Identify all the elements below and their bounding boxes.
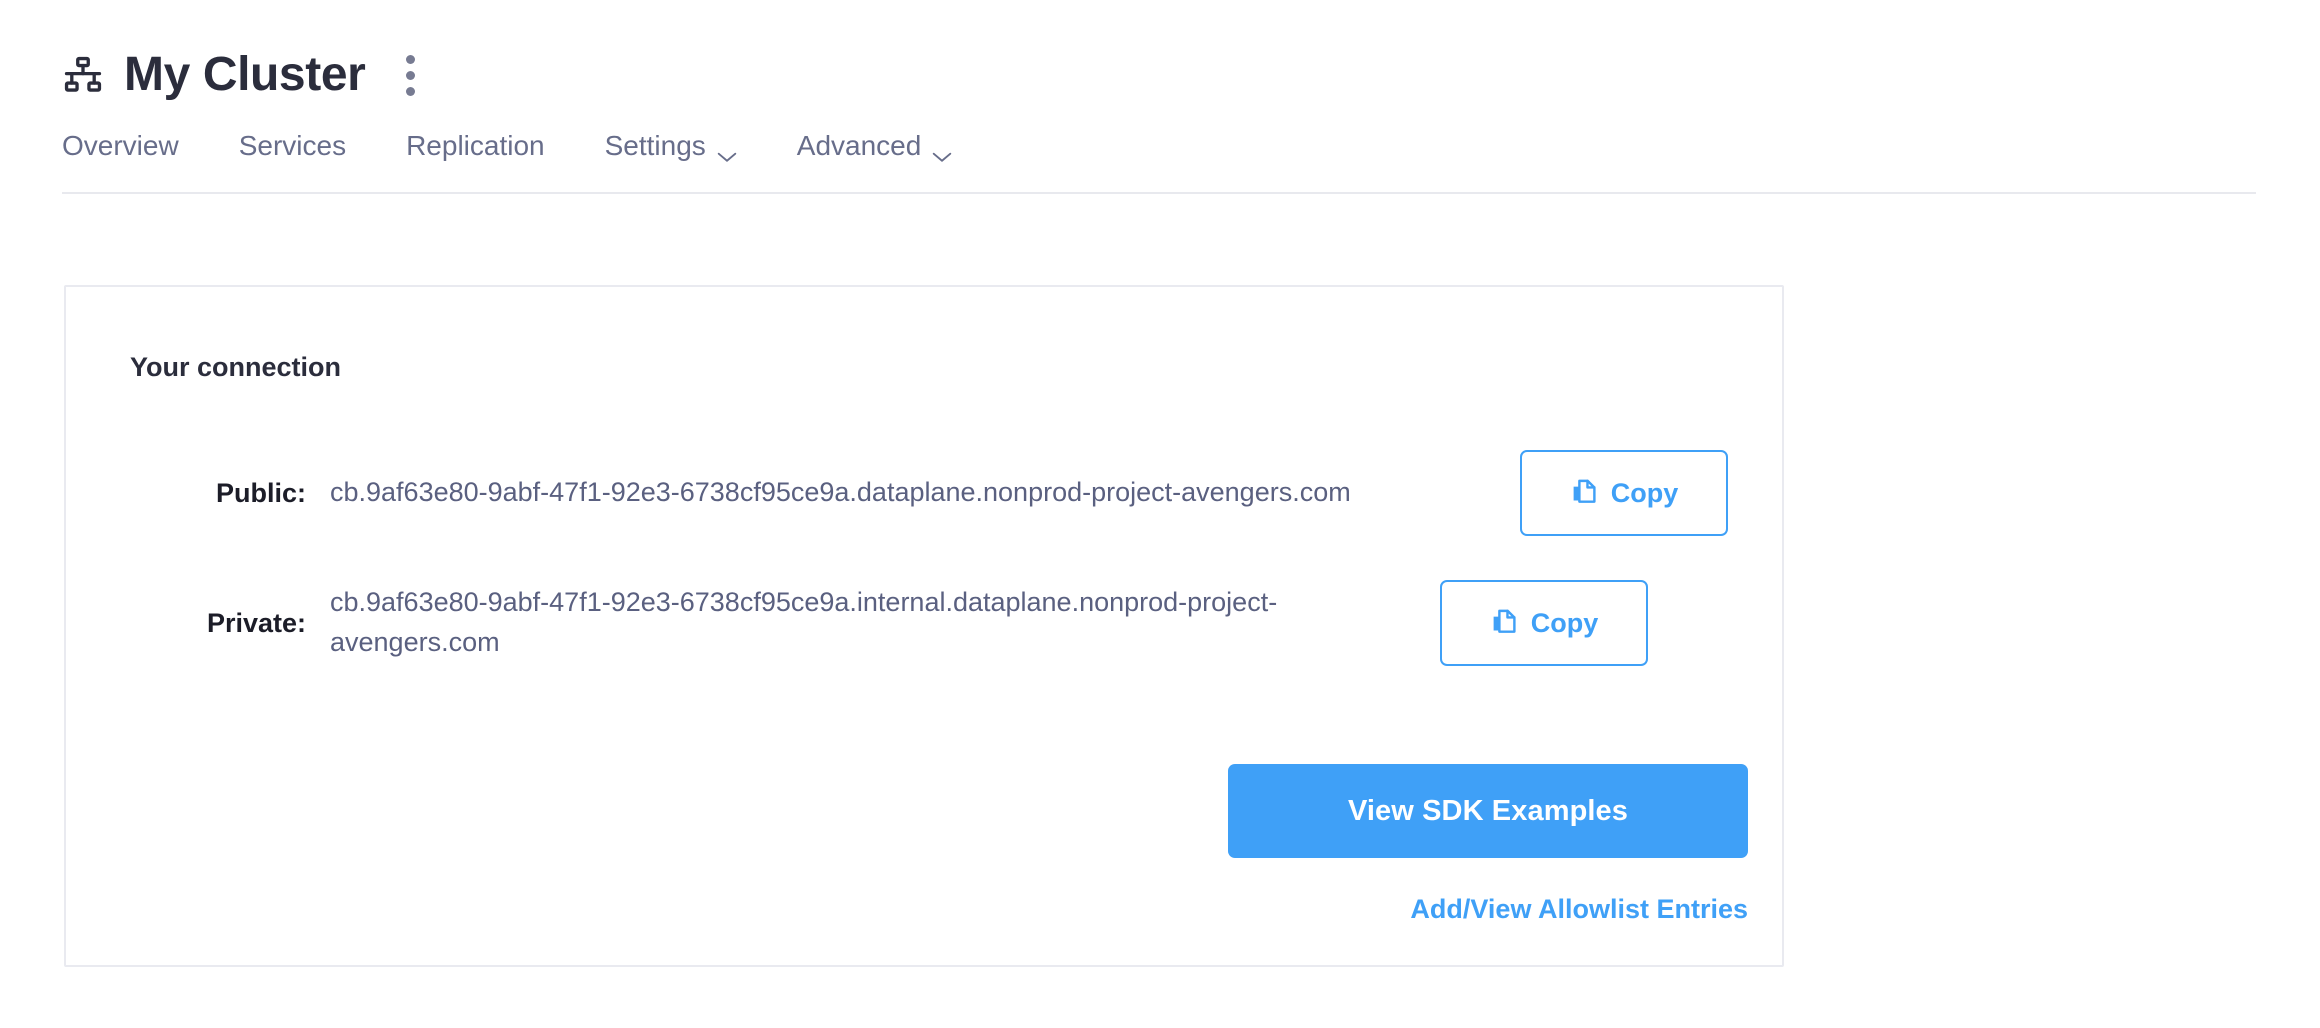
connection-row: Public: cb.9af63e80-9abf-47f1-92e3-6738cf… [66,433,1782,553]
connection-row: Private: cb.9af63e80-9abf-47f1-92e3-6738c… [66,563,1782,683]
page-title: My Cluster [124,48,366,101]
view-sdk-examples-button[interactable]: View SDK Examples [1228,764,1748,858]
cluster-hierarchy-icon [62,54,104,96]
copy-icon [1490,608,1518,638]
chevron-down-icon [932,140,952,162]
tab-overview[interactable]: Overview [62,132,179,166]
kebab-menu-icon[interactable] [395,52,425,98]
connection-rows: Public: cb.9af63e80-9abf-47f1-92e3-6738cf… [66,433,1782,683]
copy-button-label: Copy [1530,607,1599,638]
tab-bar: Overview Services Replication Settings Advan… [0,132,2320,208]
connection-card: Your connection Public: cb.9af63e80-9abf-… [64,285,1784,967]
tab-label: Settings [604,130,706,161]
add-view-allowlist-entries-link[interactable]: Add/View Allowlist Entries [1410,896,1748,923]
tab-label: Replication [406,130,545,161]
connection-hostname: cb.9af63e80-9abf-47f1-92e3-6738cf95ce9a.… [330,477,1351,508]
page-header: My Cluster [0,0,2320,106]
tab-replication[interactable]: Replication [406,132,545,166]
connection-label: Public: [215,477,306,508]
tab-label: Advanced [796,130,922,161]
cluster-overview-page: My Cluster Overview Services Replication Se… [0,0,2320,1028]
copy-icon [1570,478,1598,508]
chevron-down-icon [717,140,737,162]
kebab-dot [405,70,415,80]
tab-settings[interactable]: Settings [605,132,737,166]
connection-label: Private: [206,607,306,638]
tab-label: Overview [62,130,179,161]
card-actions: View SDK Examples Add/View Allowlist Ent… [1228,764,1748,931]
tab-services[interactable]: Services [239,132,346,166]
tab-divider [62,192,2256,194]
tab-label: Services [238,130,347,161]
copy-button[interactable]: Copy [1520,450,1728,536]
kebab-dot [405,86,415,96]
copy-button-label: Copy [1610,477,1679,508]
copy-button[interactable]: Copy [1440,580,1648,666]
card-title: Your connection [130,352,342,382]
connection-hostname: cb.9af63e80-9abf-47f1-92e3-6738cf95ce9a.… [330,587,1278,657]
kebab-dot [405,54,415,64]
tab-advanced[interactable]: Advanced [797,132,953,166]
